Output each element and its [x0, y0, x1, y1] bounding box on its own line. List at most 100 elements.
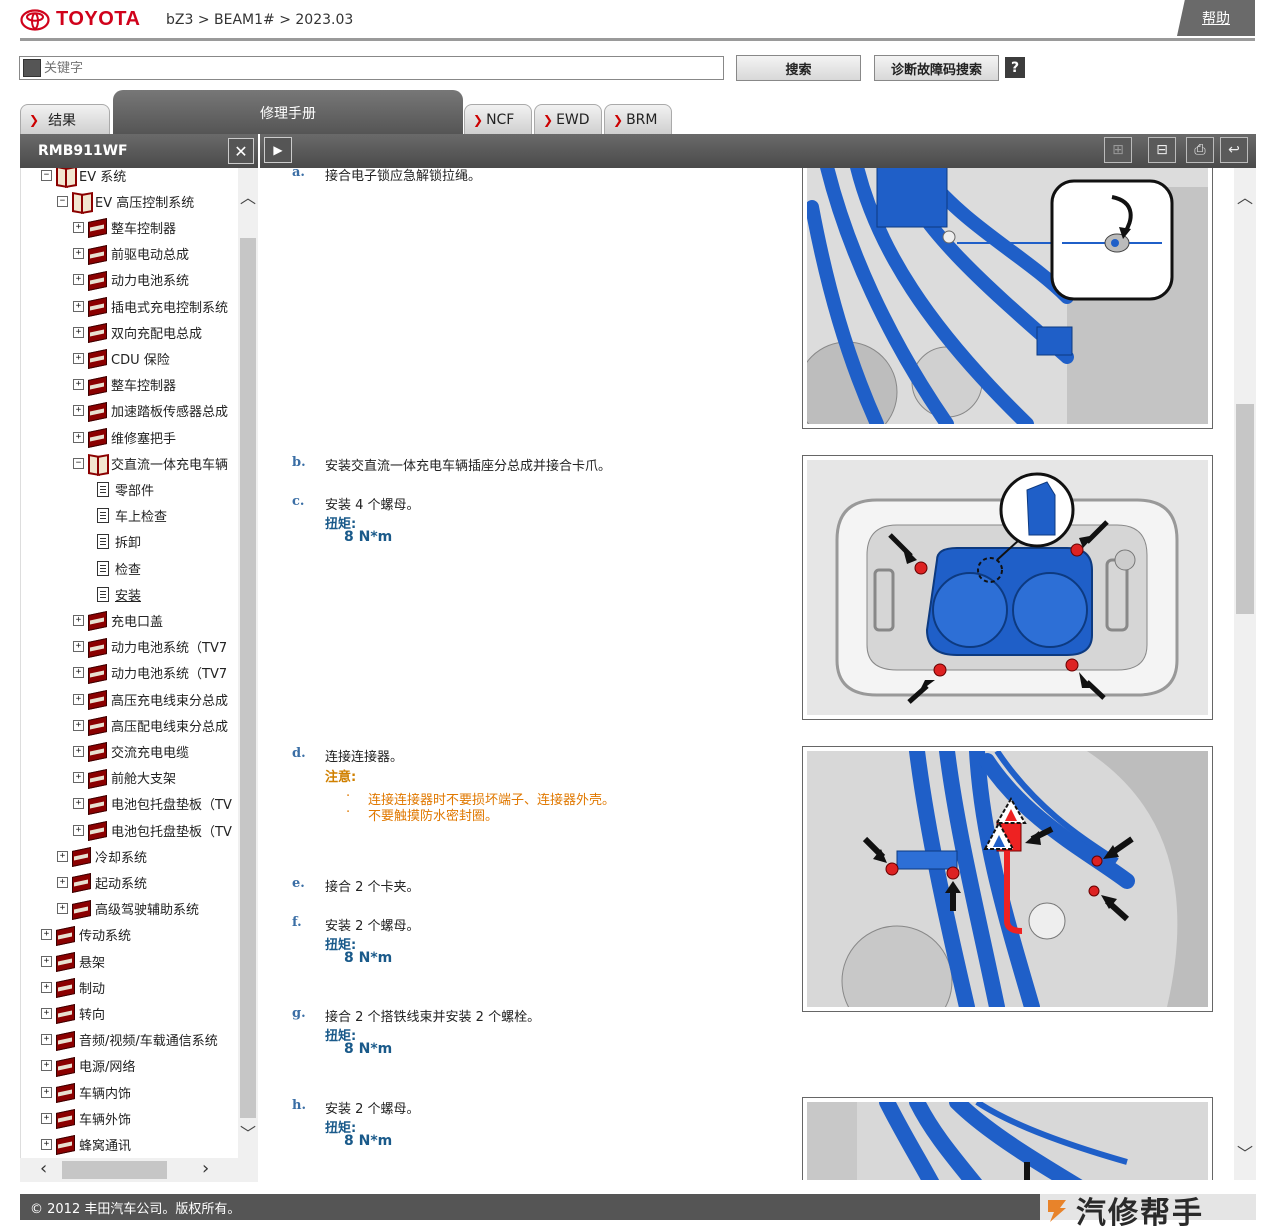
dtc-search-button[interactable]: 诊断故障码搜索 — [874, 55, 999, 81]
search-field[interactable] — [19, 56, 724, 80]
tree-item[interactable]: 检查 — [93, 557, 141, 579]
expand-icon[interactable]: + — [73, 405, 84, 417]
expand-icon[interactable]: + — [41, 1138, 52, 1150]
scrollbar-thumb[interactable] — [62, 1161, 167, 1179]
tree-item[interactable]: + 动力电池系统（TV7 — [73, 662, 227, 684]
expand-icon[interactable]: + — [73, 693, 84, 705]
tree-item[interactable]: + 动力电池系统（TV7 — [73, 636, 227, 658]
expand-icon[interactable]: + — [73, 667, 84, 679]
tree-item[interactable]: + 前驱电动总成 — [73, 243, 189, 265]
tree-item[interactable]: + 高压配电线束分总成 — [73, 714, 228, 736]
expand-panel-icon[interactable]: ▶ — [264, 137, 292, 163]
expand-icon[interactable]: + — [73, 772, 84, 784]
expand-icon[interactable]: + — [73, 300, 84, 312]
chevron-right-icon[interactable]: › — [202, 1158, 209, 1179]
expand-icon[interactable]: + — [41, 1112, 52, 1124]
tree-item[interactable]: + 交流充电电缆 — [73, 740, 189, 762]
search-input[interactable] — [44, 60, 723, 76]
close-icon[interactable]: ✕ — [228, 138, 254, 164]
keyboard-icon[interactable] — [23, 59, 41, 77]
tree-item[interactable]: + 电源/网络 — [41, 1055, 135, 1077]
tree-item[interactable]: − 交直流一体充电车辆 — [73, 452, 228, 474]
tree-item[interactable]: + 双向充配电总成 — [73, 321, 202, 343]
expand-icon[interactable]: + — [73, 379, 84, 391]
tree-item[interactable]: + 车辆内饰 — [41, 1081, 131, 1103]
expand-icon[interactable]: + — [57, 876, 68, 888]
expand-icon[interactable]: + — [73, 641, 84, 653]
chevron-up-icon[interactable]: ︿ — [1234, 184, 1256, 208]
tree-item[interactable]: + 高级驾驶辅助系统 — [57, 898, 199, 920]
collapse-icon[interactable]: − — [41, 169, 52, 181]
search-button[interactable]: 搜索 — [736, 55, 861, 81]
tree-item[interactable]: + 悬架 — [41, 950, 105, 972]
collapse-icon[interactable]: − — [57, 195, 68, 207]
expand-icon[interactable]: + — [73, 431, 84, 443]
sidebar-vertical-scrollbar[interactable]: ︿ ﹀ — [238, 168, 258, 1158]
expand-icon[interactable]: + — [73, 352, 84, 364]
expand-icon[interactable]: + — [73, 719, 84, 731]
expand-icon[interactable]: + — [73, 614, 84, 626]
help-question-icon[interactable]: ? — [1005, 57, 1025, 78]
tree-item[interactable]: + 蜂窝通讯 — [41, 1133, 131, 1155]
tree-item[interactable]: 拆卸 — [93, 531, 141, 553]
expand-icon[interactable]: + — [41, 1060, 52, 1072]
tree-item[interactable]: + 高压充电线束分总成 — [73, 688, 228, 710]
tree-item[interactable]: 安装 — [93, 583, 141, 605]
tree-item[interactable]: + 起动系统 — [57, 871, 147, 893]
tree-item[interactable]: + 转向 — [41, 1002, 105, 1024]
back-icon[interactable]: ↩ — [1220, 137, 1248, 163]
tab-ewd[interactable]: ❯ EWD — [534, 104, 602, 134]
expand-icon[interactable]: + — [41, 1007, 52, 1019]
expand-icon[interactable]: + — [41, 1086, 52, 1098]
expand-icon[interactable]: + — [73, 798, 84, 810]
tree-item[interactable]: − EV 系统 — [41, 168, 126, 186]
expand-icon[interactable]: + — [57, 903, 68, 915]
tree-item[interactable]: + 音频/视频/车载通信系统 — [41, 1029, 218, 1051]
expand-icon[interactable]: + — [73, 248, 84, 260]
expand-icon[interactable]: + — [41, 955, 52, 967]
expand-all-icon[interactable]: ⊞ — [1104, 137, 1132, 163]
tree-item[interactable]: + 动力电池系统 — [73, 269, 189, 291]
tree-item[interactable]: + 充电口盖 — [73, 609, 163, 631]
content-vertical-scrollbar[interactable]: ︿ ﹀ — [1234, 168, 1256, 1180]
tree-item[interactable]: + 电池包托盘垫板（TV — [73, 819, 232, 841]
tree-item[interactable]: + 维修塞把手 — [73, 426, 176, 448]
expand-icon[interactable]: + — [57, 850, 68, 862]
tab-ncf[interactable]: ❯ NCF — [464, 104, 532, 134]
chevron-up-icon[interactable]: ︿ — [238, 184, 258, 207]
tree-item[interactable]: + 整车控制器 — [73, 216, 176, 238]
expand-icon[interactable]: + — [73, 326, 84, 338]
tree-item[interactable]: 车上检查 — [93, 505, 167, 527]
expand-icon[interactable]: + — [41, 981, 52, 993]
collapse-icon[interactable]: − — [73, 457, 84, 469]
expand-icon[interactable]: + — [73, 824, 84, 836]
expand-icon[interactable]: + — [41, 1034, 52, 1046]
sidebar-horizontal-scrollbar[interactable]: ‹ › — [20, 1158, 258, 1182]
tree-item[interactable]: + 插电式充电控制系统 — [73, 295, 228, 317]
tree-item[interactable]: + 车辆外饰 — [41, 1107, 131, 1129]
tab-results[interactable]: ❯ 结果 — [20, 104, 110, 134]
help-link[interactable]: 帮助 — [1177, 0, 1255, 36]
chevron-down-icon[interactable]: ﹀ — [1234, 1140, 1256, 1164]
tree-item[interactable]: 零部件 — [93, 478, 154, 500]
expand-icon[interactable]: + — [73, 221, 84, 233]
tree-item[interactable]: + 冷却系统 — [57, 845, 147, 867]
tree-item[interactable]: + CDU 保险 — [73, 347, 170, 369]
expand-icon[interactable]: + — [41, 929, 52, 941]
print-icon[interactable]: ⎙ — [1186, 137, 1214, 163]
tree-item[interactable]: − EV 高压控制系统 — [57, 190, 194, 212]
tree-item[interactable]: + 制动 — [41, 976, 105, 998]
scrollbar-thumb[interactable] — [1236, 404, 1254, 614]
chevron-left-icon[interactable]: ‹ — [40, 1158, 47, 1179]
tab-repair-manual[interactable]: 修理手册 — [113, 90, 463, 134]
tree-item[interactable]: + 整车控制器 — [73, 374, 176, 396]
tree-item[interactable]: + 前舱大支架 — [73, 767, 176, 789]
expand-icon[interactable]: + — [73, 274, 84, 286]
tree-item[interactable]: + 加速踏板传感器总成 — [73, 400, 228, 422]
tree-item[interactable]: + 电池包托盘垫板（TV — [73, 793, 232, 815]
chevron-down-icon[interactable]: ﹀ — [238, 1120, 258, 1143]
expand-icon[interactable]: + — [73, 745, 84, 757]
tab-brm[interactable]: ❯ BRM — [604, 104, 672, 134]
scrollbar-thumb[interactable] — [240, 238, 256, 1118]
collapse-all-icon[interactable]: ⊟ — [1148, 137, 1176, 163]
